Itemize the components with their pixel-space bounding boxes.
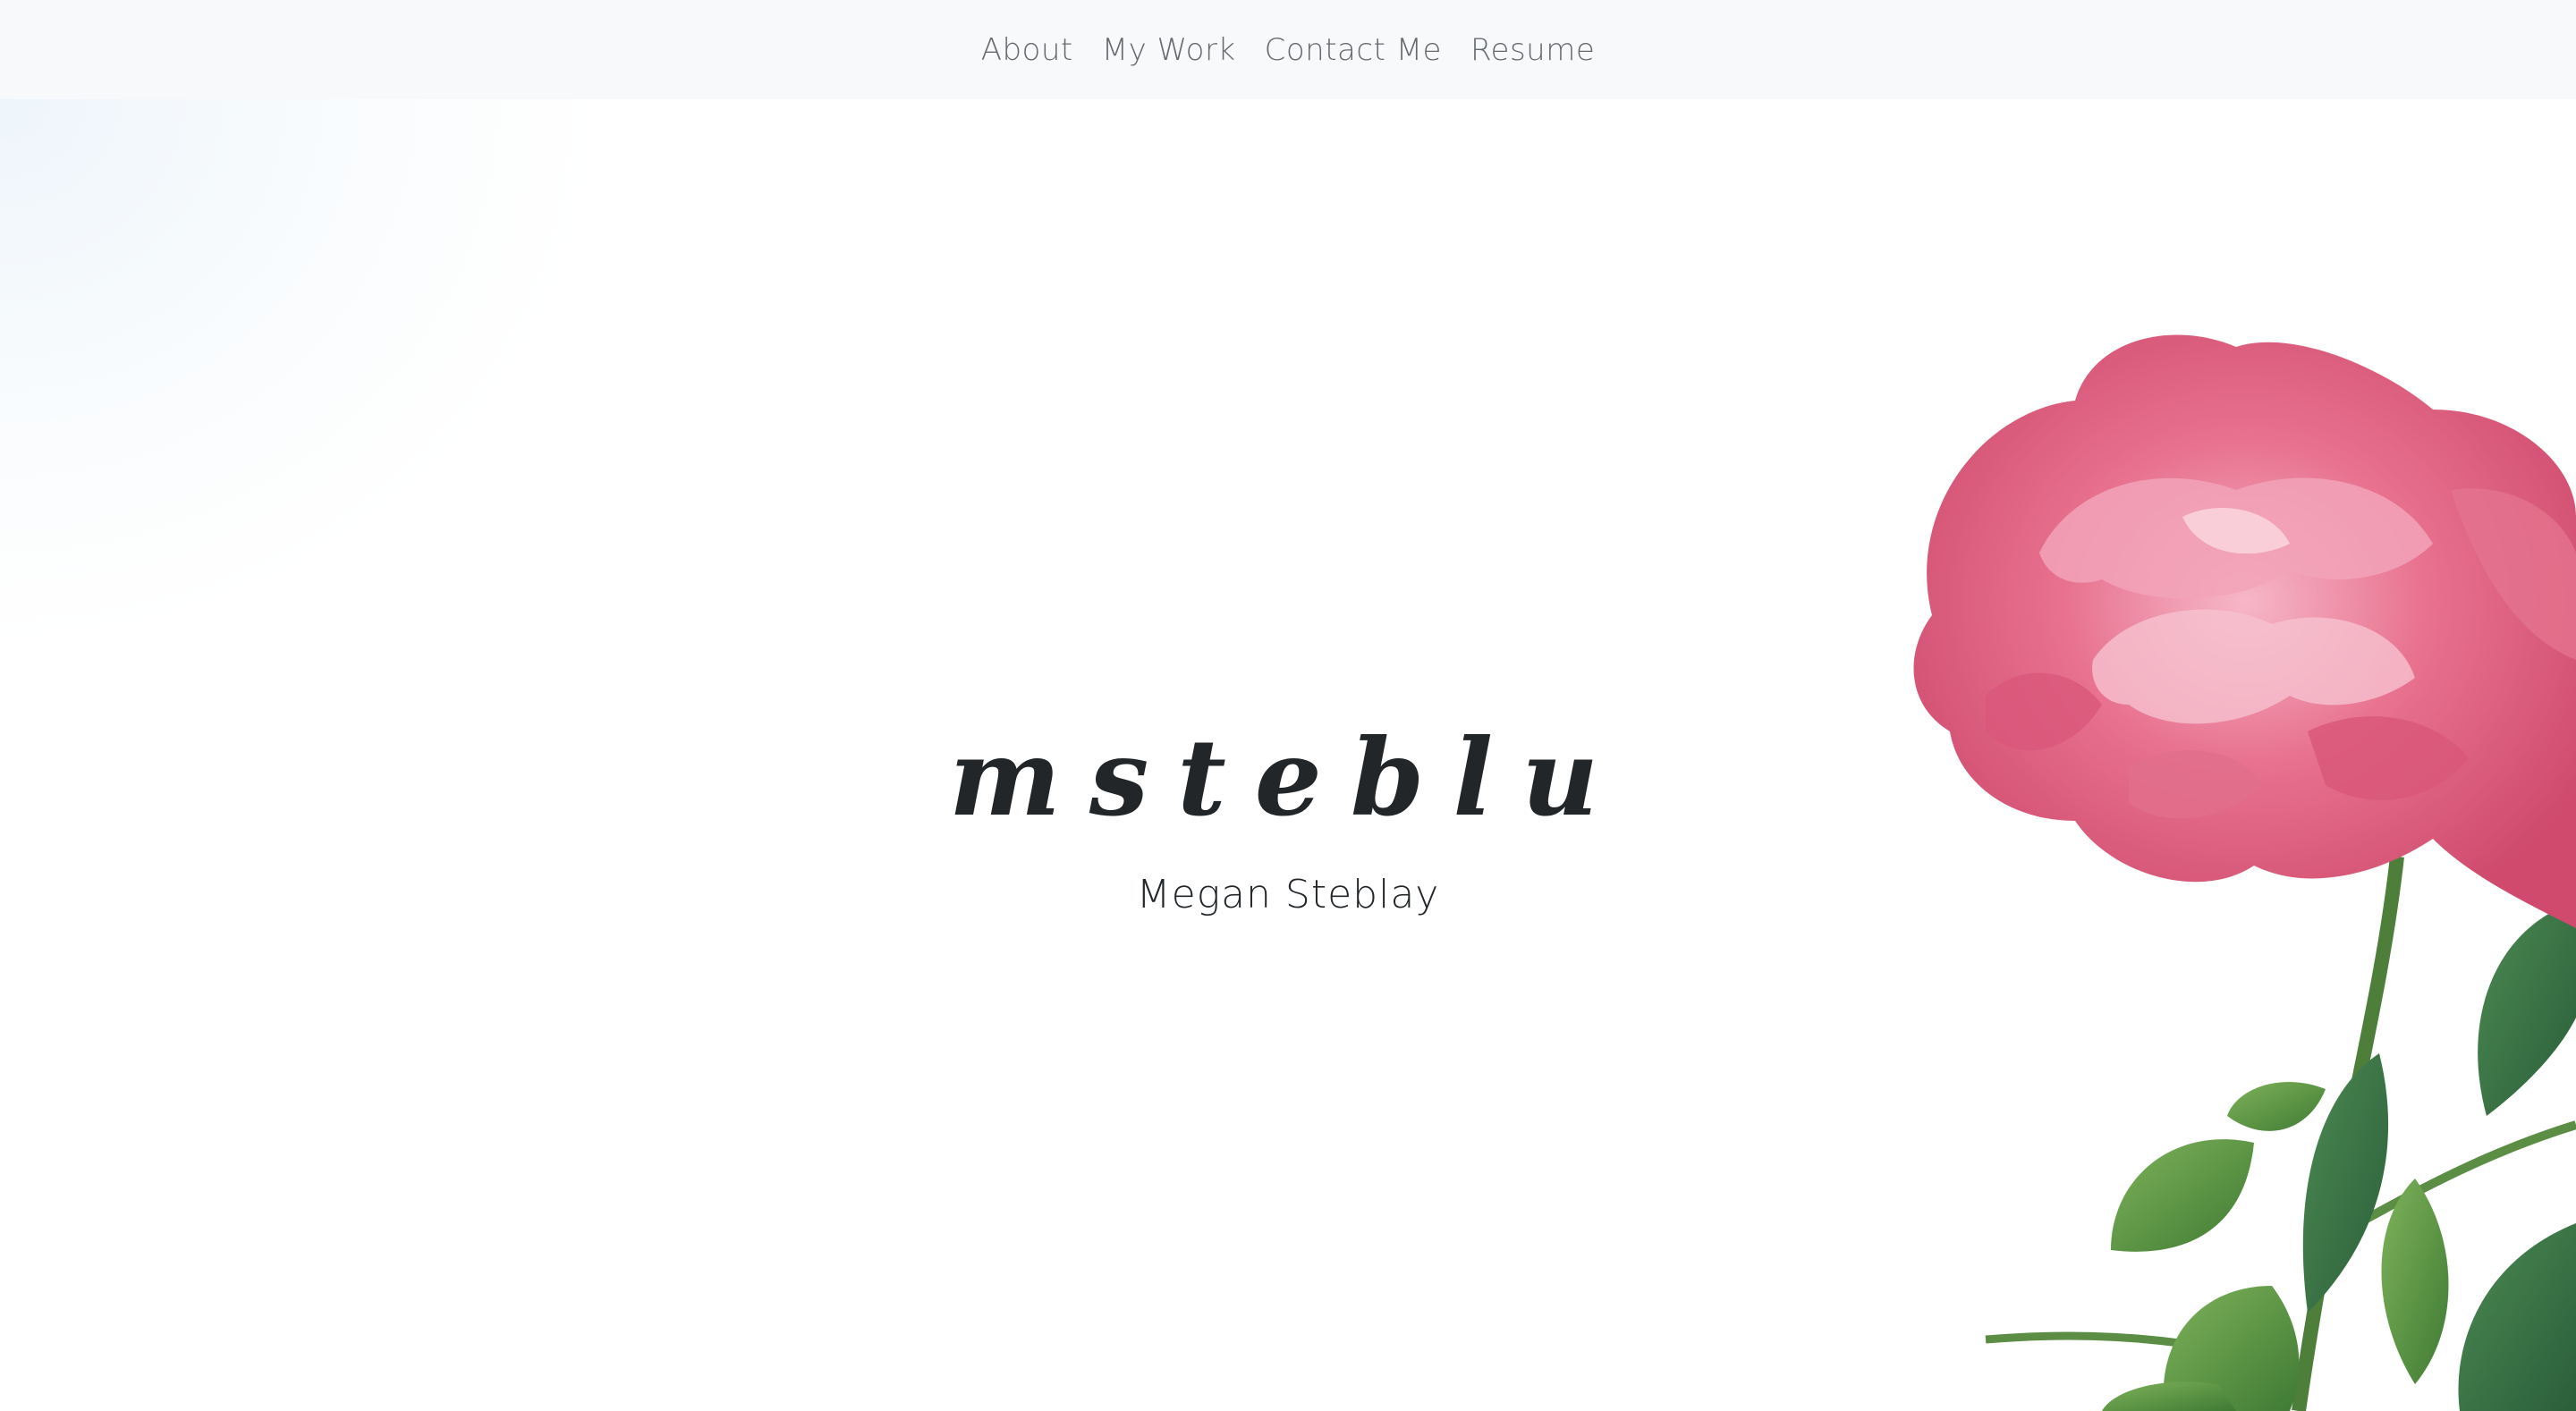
nav-link-contact-me[interactable]: Contact Me xyxy=(1250,32,1456,68)
page: About My Work Contact Me Resume msteblu … xyxy=(0,0,2576,1411)
rose-image xyxy=(1913,334,2576,1411)
nav-link-resume[interactable]: Resume xyxy=(1456,32,1609,68)
top-navbar: About My Work Contact Me Resume xyxy=(0,0,2576,99)
nav-link-about[interactable]: About xyxy=(967,32,1088,68)
nav-link-my-work[interactable]: My Work xyxy=(1088,32,1250,68)
